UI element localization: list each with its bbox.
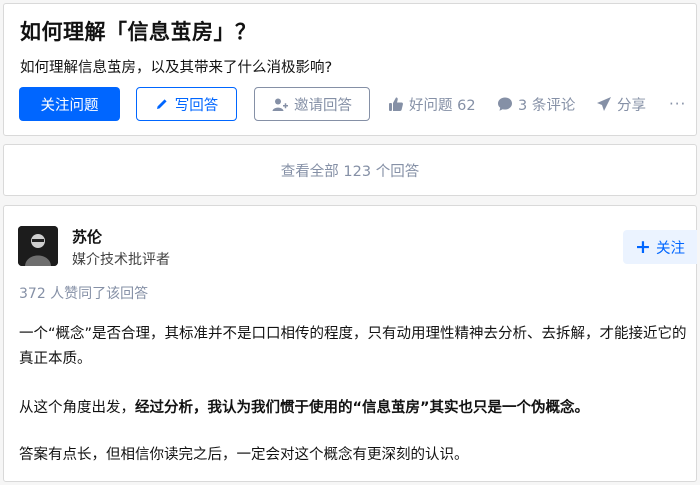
share-label: 分享 bbox=[617, 97, 646, 114]
comments-label: 3 条评论 bbox=[518, 97, 576, 114]
add-user-icon bbox=[272, 98, 288, 111]
page: 如何理解「信息茧房」？ 如何理解信息茧房，以及其带来了什么消极影响? 关注问题 … bbox=[0, 0, 700, 485]
answer-paragraph: 答案有点长，但相信你读完之后，一定会对这个概念有更深刻的认识。 bbox=[19, 447, 469, 463]
answer-card: 苏伦 媒介技术批评者 + 关注 372 人赞同了该回答 一个“概念”是否合理，其… bbox=[3, 205, 697, 482]
good-question-button[interactable]: 好问题 62 bbox=[388, 87, 476, 121]
invite-answer-button[interactable]: 邀请回答 bbox=[254, 87, 370, 121]
pencil-icon bbox=[156, 99, 167, 109]
view-all-answers-label: 查看全部 123 个回答 bbox=[280, 163, 420, 180]
question-card: 如何理解「信息茧房」？ 如何理解信息茧房，以及其带来了什么消极影响? 关注问题 … bbox=[3, 3, 697, 136]
question-description: 如何理解信息茧房，以及其带来了什么消极影响? bbox=[20, 60, 333, 76]
upvote-count: 372 人赞同了该回答 bbox=[19, 286, 149, 302]
share-button[interactable]: 分享 bbox=[596, 87, 646, 121]
thumbs-up-icon bbox=[389, 97, 403, 111]
more-button[interactable]: ··· bbox=[669, 87, 686, 121]
invite-answer-label: 邀请回答 bbox=[294, 97, 352, 114]
answer-paragraph: 一个“概念”是否合理，其标准并不是口口相传的程度，只有动用理性精神去分析、去拆解… bbox=[19, 326, 687, 367]
follow-question-label: 关注问题 bbox=[40, 97, 99, 114]
paper-plane-icon bbox=[597, 97, 611, 111]
follow-question-button[interactable]: 关注问题 bbox=[19, 87, 120, 121]
more-icon: ··· bbox=[669, 95, 687, 113]
author-bio: 媒介技术批评者 bbox=[72, 252, 170, 268]
follow-author-label: 关注 bbox=[655, 240, 685, 257]
good-question-label: 好问题 62 bbox=[409, 97, 476, 114]
avatar[interactable] bbox=[18, 226, 58, 266]
write-answer-button[interactable]: 写回答 bbox=[136, 87, 237, 121]
plus-icon: + bbox=[635, 235, 651, 258]
question-title[interactable]: 如何理解「信息茧房」？ bbox=[20, 16, 257, 46]
avatar-image bbox=[18, 226, 58, 266]
comments-button[interactable]: 3 条评论 bbox=[497, 87, 575, 121]
author-name[interactable]: 苏伦 bbox=[72, 226, 102, 247]
follow-author-button[interactable]: + 关注 bbox=[623, 230, 697, 264]
answer-paragraph: 从这个角度出发，经过分析，我认为我们惯于使用的“信息茧房”其实也只是一个伪概念。 bbox=[19, 396, 691, 421]
write-answer-label: 写回答 bbox=[174, 97, 219, 114]
comment-icon bbox=[498, 97, 512, 111]
view-all-answers-button[interactable]: 查看全部 123 个回答 bbox=[3, 144, 697, 196]
answer-bold-text: 经过分析，我认为我们惯于使用的“信息茧房”其实也只是一个伪概念。 bbox=[135, 400, 590, 416]
answer-text: 从这个角度出发， bbox=[19, 400, 135, 416]
